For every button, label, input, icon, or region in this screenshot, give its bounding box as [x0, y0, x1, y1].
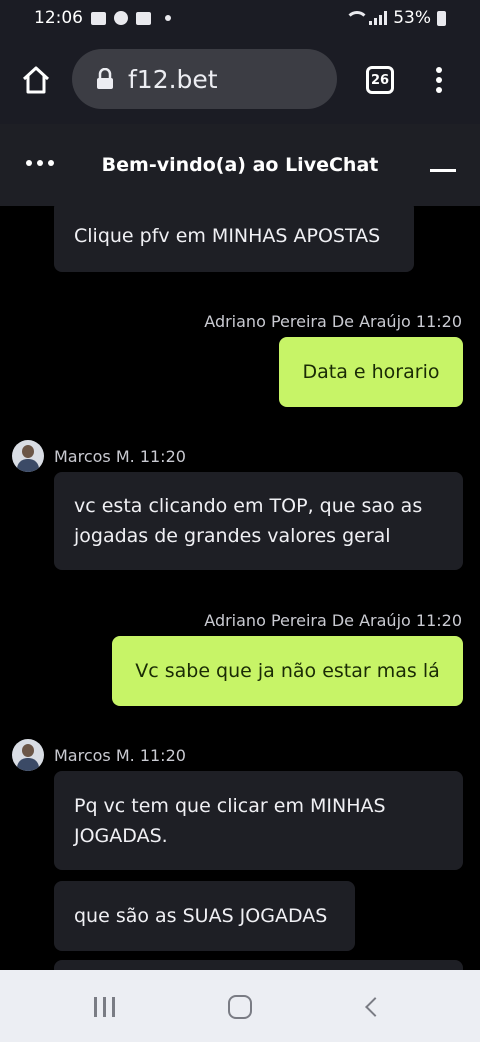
- message-text-line: JOGADAS.: [74, 824, 168, 847]
- message-bubble: Pq vc tem que clicar em MINHAS JOGADAS.: [54, 771, 463, 870]
- status-bar: 12:06 53%: [0, 0, 480, 36]
- message-bubble: Data e horario: [279, 337, 463, 407]
- home-nav-icon[interactable]: [228, 995, 252, 1019]
- battery-percent: 53%: [393, 8, 431, 28]
- back-icon[interactable]: [365, 997, 385, 1017]
- message-meta: Adriano Pereira De Araújo 11:20: [204, 611, 462, 630]
- menu-icon[interactable]: [432, 64, 446, 96]
- livechat-header: Bem-vindo(a) ao LiveChat: [0, 124, 480, 206]
- message-text: que são as SUAS JOGADAS: [74, 905, 328, 927]
- chat-messages[interactable]: Clique pfv em MINHAS APOSTAS Adriano Per…: [0, 206, 480, 970]
- url-text: f12.bet: [128, 64, 218, 94]
- message-bubble: Vc sabe que ja não estar mas lá: [112, 636, 463, 706]
- message-text: Data e horario: [302, 361, 440, 383]
- status-time: 12:06: [34, 8, 83, 28]
- message-bubble: Clique pfv em MINHAS APOSTAS: [54, 206, 414, 272]
- message-meta: Marcos M. 11:20: [54, 447, 186, 466]
- system-nav-bar: [0, 970, 480, 1042]
- minimize-icon[interactable]: [430, 169, 456, 172]
- signal-icon: [369, 11, 388, 25]
- address-bar[interactable]: f12.bet: [72, 49, 337, 109]
- recent-apps-icon[interactable]: [94, 997, 115, 1017]
- livechat-title: Bem-vindo(a) ao LiveChat: [101, 154, 379, 176]
- message-bubble-partial: [54, 960, 463, 970]
- message-bubble: vc esta clicando em TOP, que sao as joga…: [54, 472, 463, 570]
- message-text-line: jogadas de grandes valores geral: [74, 525, 391, 547]
- notification-dot-icon: [165, 15, 171, 21]
- message-meta: Marcos M. 11:20: [54, 746, 186, 765]
- message-text: Vc sabe que ja não estar mas lá: [135, 660, 440, 682]
- message-bubble: que são as SUAS JOGADAS: [54, 881, 355, 951]
- more-icon[interactable]: [26, 160, 54, 166]
- message-text: Clique pfv em MINHAS APOSTAS: [74, 225, 381, 247]
- browser-toolbar: f12.bet 26: [0, 36, 480, 124]
- avatar: [12, 739, 44, 771]
- youtube-icon: [136, 11, 151, 25]
- tabs-icon[interactable]: 26: [366, 66, 394, 94]
- message-meta: Adriano Pereira De Araújo 11:20: [204, 312, 462, 331]
- avatar: [12, 440, 44, 472]
- lock-icon: [96, 67, 114, 90]
- shield-icon: [114, 11, 128, 25]
- home-icon[interactable]: [20, 64, 52, 96]
- message-text-line: Pq vc tem que clicar em MINHAS: [74, 794, 386, 817]
- image-icon: [91, 11, 106, 25]
- battery-icon: [437, 10, 446, 26]
- wifi-icon: [345, 11, 370, 25]
- message-text-line: vc esta clicando em TOP, que sao as: [74, 495, 423, 517]
